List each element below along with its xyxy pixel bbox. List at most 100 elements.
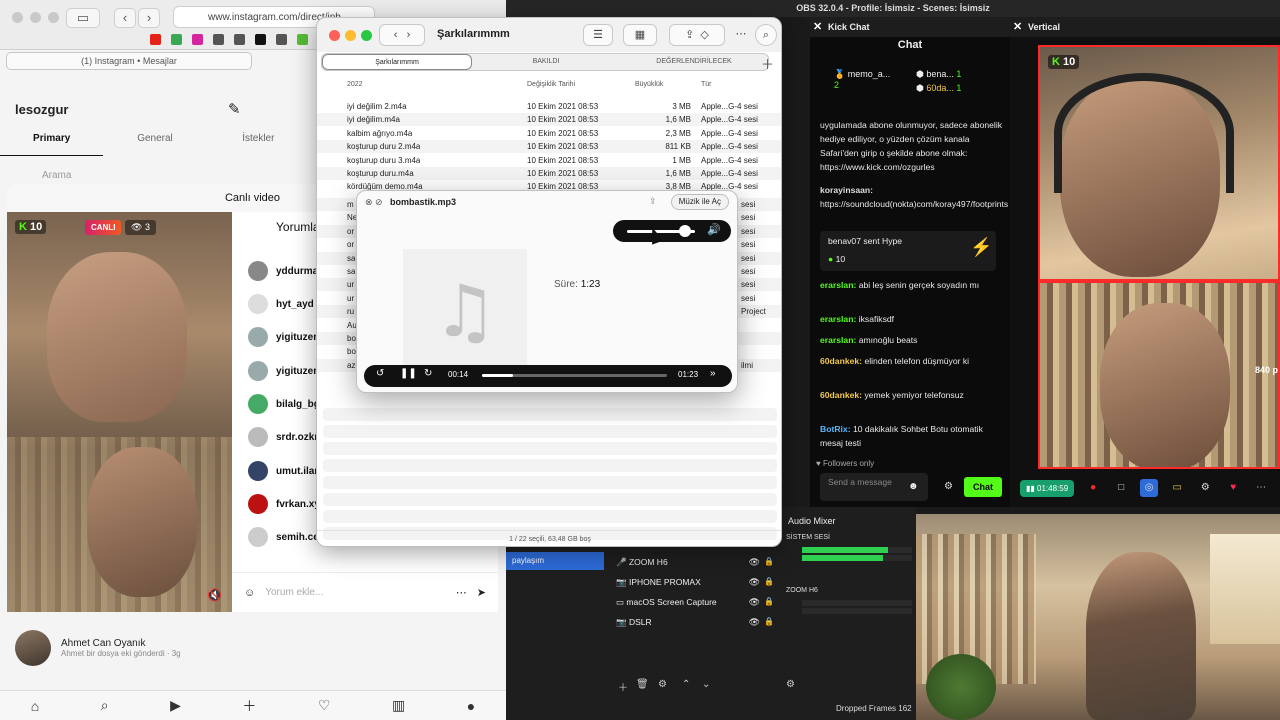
forward-button[interactable]: ›: [138, 8, 160, 28]
drive-favicon-icon[interactable]: [171, 34, 182, 45]
visibility-eye-icon[interactable]: 👁: [749, 613, 760, 631]
mute-icon[interactable]: 🔇: [207, 588, 222, 602]
dm-list-item[interactable]: Ahmet Can Oyanık Ahmet bir dosya eki gön…: [15, 630, 181, 666]
heart-icon[interactable]: ♥: [1224, 479, 1242, 497]
add-source-icon[interactable]: ＋: [618, 679, 628, 694]
minimize-window-button[interactable]: [345, 30, 356, 41]
file-row[interactable]: iyi değilim 2.m4a 10 Ekim 2021 08:53 3 MB A…: [317, 100, 781, 113]
chat-user[interactable]: BotRix:: [820, 424, 851, 434]
send-icon[interactable]: ➤: [477, 586, 486, 599]
chat-user[interactable]: erarslan:: [820, 335, 856, 345]
volume-knob[interactable]: [678, 225, 691, 237]
close-window-button[interactable]: [329, 30, 340, 41]
add-tab-icon[interactable]: ＋: [761, 54, 774, 73]
comment-row[interactable]: yigituzen: [248, 326, 319, 348]
recording-timer[interactable]: ▮▮ 01:48:59: [1020, 479, 1075, 497]
progress-bar[interactable]: [482, 374, 667, 377]
col-name[interactable]: 2022: [347, 81, 363, 88]
share-icon[interactable]: ⇪: [649, 196, 657, 207]
col-size[interactable]: Büyüklük: [635, 81, 663, 88]
comment-row[interactable]: hyt_ayd l: [248, 293, 319, 315]
tab-general[interactable]: General: [103, 132, 206, 156]
chat-user[interactable]: korayinsaan:: [820, 185, 873, 195]
comment-row[interactable]: srdr.ozkr: [248, 426, 318, 448]
comment-input[interactable]: Yorum ekle...: [265, 587, 446, 598]
comment-row[interactable]: bilalg_bg: [248, 393, 320, 415]
close-window-button[interactable]: [12, 12, 23, 23]
tab-requests[interactable]: İstekler: [207, 132, 310, 156]
back-forward-buttons[interactable]: ‹ ›: [379, 24, 425, 46]
close-icon[interactable]: ✕: [1013, 17, 1022, 37]
zoom-window-button[interactable]: [48, 12, 59, 23]
more-icon[interactable]: ⋯: [456, 586, 467, 599]
mixer-settings-icon[interactable]: ⚙: [786, 679, 795, 690]
stats-icon[interactable]: ▥: [392, 697, 405, 714]
visibility-eye-icon[interactable]: 👁: [749, 573, 760, 591]
more-icon[interactable]: ⋯: [1252, 479, 1270, 497]
tab-degerlendirilecek[interactable]: DEĞERLENDİRİLECEK: [620, 54, 768, 70]
source-item[interactable]: 📷 IPHONE PROMAX 👁 🔒: [616, 573, 786, 591]
lock-icon[interactable]: 🔒: [764, 593, 774, 611]
instagram-favicon-icon[interactable]: [192, 34, 203, 45]
close-icon[interactable]: ✕: [813, 17, 822, 37]
scene-icon[interactable]: ▭: [1168, 479, 1186, 497]
source-item[interactable]: 📷 DSLR 👁 🔒: [616, 613, 786, 631]
source-settings-icon[interactable]: ⚙: [658, 679, 667, 690]
visibility-eye-icon[interactable]: 👁: [749, 553, 760, 571]
minimize-window-button[interactable]: [30, 12, 41, 23]
fast-forward-icon[interactable]: »: [710, 368, 716, 379]
ig-username[interactable]: lesozgur: [15, 102, 68, 117]
file-row[interactable]: iyi değilim.m4a 10 Ekim 2021 08:53 1,6 MB A…: [317, 113, 781, 127]
scene-item-selected[interactable]: paylaşım: [506, 552, 604, 570]
replay-icon[interactable]: ◎: [1140, 479, 1159, 497]
source-item[interactable]: 🎤 ZOOM H6 👁 🔒: [616, 553, 786, 571]
volume-slider[interactable]: 🔊: [613, 220, 731, 242]
chat-user[interactable]: 60dankek:: [820, 356, 862, 366]
tab-bakildi[interactable]: BAKILDI: [472, 54, 620, 70]
move-up-icon[interactable]: ⌃: [682, 679, 690, 690]
youtube-favicon-icon[interactable]: [150, 34, 161, 45]
comment-row[interactable]: fvrkan.xy: [248, 493, 320, 515]
skip-back-15-icon[interactable]: ↺: [376, 368, 384, 379]
lock-icon[interactable]: 🔒: [764, 613, 774, 631]
list-view-icon[interactable]: ☰: [583, 24, 613, 46]
open-with-music-button[interactable]: Müzik ile Aç: [670, 194, 729, 210]
file-row[interactable]: kalbim ağrıyo.m4a 10 Ekim 2021 08:53 2,3 M…: [317, 127, 781, 140]
sidebar-toggle-icon[interactable]: ▭: [66, 8, 100, 28]
move-down-icon[interactable]: ⌄: [702, 679, 710, 690]
skip-forward-15-icon[interactable]: ↻: [424, 368, 432, 379]
reels-icon[interactable]: ▶: [170, 697, 181, 714]
profile-icon[interactable]: ●: [467, 698, 475, 714]
record-icon[interactable]: ●: [1084, 479, 1102, 497]
t-favicon-icon[interactable]: [255, 34, 266, 45]
tab-sarkilarim[interactable]: Şarkılarımmm: [322, 54, 472, 70]
close-icon[interactable]: ⊗ ⊘: [365, 197, 383, 208]
source-item[interactable]: ▭ macOS Screen Capture 👁 🔒: [616, 593, 786, 611]
globe-favicon-icon[interactable]: [276, 34, 287, 45]
visibility-eye-icon[interactable]: 👁: [749, 593, 760, 611]
search-icon[interactable]: ⌕: [101, 697, 109, 714]
emoji-icon[interactable]: ☻: [908, 481, 919, 492]
speaker-icon[interactable]: 🔊: [707, 223, 721, 236]
file-row[interactable]: koşturup duru 3.m4a 10 Ekim 2021 08:53 1 M…: [317, 154, 781, 167]
pause-icon[interactable]: ❚❚: [400, 368, 417, 379]
more-icon[interactable]: ⋯: [731, 24, 751, 46]
lock-icon[interactable]: 🔒: [764, 573, 774, 591]
comment-row[interactable]: semih.cel: [248, 526, 322, 548]
chat-send-button[interactable]: Chat: [964, 477, 1002, 497]
col-kind[interactable]: Tür: [701, 81, 712, 88]
globe-favicon-icon[interactable]: [213, 34, 224, 45]
col-date[interactable]: Değişiklik Tarihi: [527, 81, 575, 88]
emoji-icon[interactable]: ☺: [244, 587, 255, 599]
lock-icon[interactable]: 🔒: [764, 553, 774, 571]
zoom-window-button[interactable]: [361, 30, 372, 41]
comment-row[interactable]: umut.ilan: [248, 460, 320, 482]
tab-primary[interactable]: Primary: [0, 132, 104, 156]
gear-icon[interactable]: ⚙: [1196, 479, 1214, 497]
share-tag-icons[interactable]: ⇪ ◇: [669, 24, 725, 46]
grid-view-icon[interactable]: ▦: [623, 24, 657, 46]
chat-user[interactable]: erarslan:: [820, 280, 856, 290]
gear-icon[interactable]: ⚙: [944, 481, 953, 492]
ig-search-input[interactable]: Arama: [24, 167, 284, 185]
comment-row[interactable]: yddurma: [248, 260, 318, 282]
